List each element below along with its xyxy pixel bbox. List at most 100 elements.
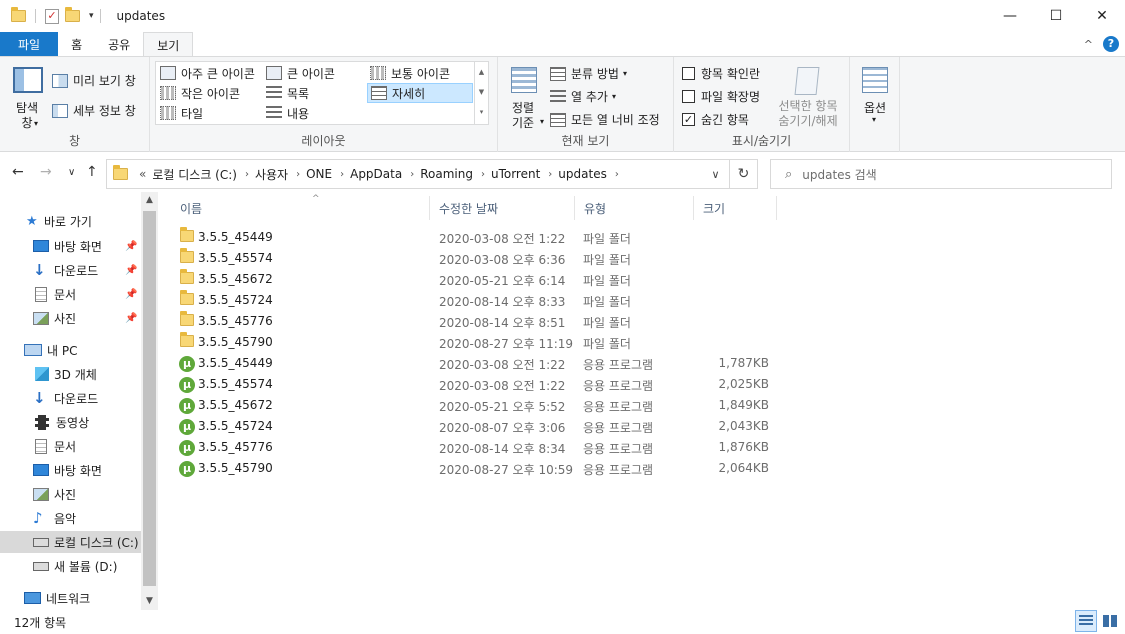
group-by-button[interactable]: 분류 방법 ▾ <box>550 65 627 82</box>
search-input[interactable]: updates 검색 <box>802 166 876 183</box>
expand-gallery-icon[interactable]: ▾ <box>475 102 488 122</box>
nav-item-downloads[interactable]: ↓ 다운로드 📌 <box>33 259 141 281</box>
nav-item-volume-d[interactable]: 새 볼륨 (D:) <box>33 555 117 577</box>
forward-arrow-icon[interactable]: → <box>40 164 52 180</box>
item-checkboxes-checkbox[interactable] <box>682 67 695 80</box>
table-row[interactable]: 3.5.5_45776 2020-08-14 오후 8:51 파일 폴더 <box>174 310 774 331</box>
scroll-up-icon[interactable]: ▲ <box>475 62 488 82</box>
breadcrumb-segment[interactable]: uTorrent <box>491 167 540 181</box>
layout-medium-icons[interactable]: 보통 아이콘 <box>370 64 450 82</box>
nav-network[interactable]: 네트워크 <box>24 587 90 609</box>
layout-content[interactable]: 내용 <box>266 104 309 122</box>
hide-selected-button[interactable]: 선택한 항목 숨기기/해제 <box>770 63 846 131</box>
breadcrumb-segment[interactable]: updates <box>558 167 607 181</box>
file-extensions-toggle[interactable]: 파일 확장명 <box>682 88 760 105</box>
breadcrumb-segment[interactable]: ONE <box>306 167 332 181</box>
breadcrumb-separator-icon[interactable]: › <box>245 169 249 180</box>
nav-item-local-disk-c[interactable]: 로컬 디스크 (C:) <box>0 531 141 553</box>
nav-item-videos[interactable]: 동영상 <box>33 411 89 433</box>
column-header-name[interactable]: ^ 이름 <box>172 194 430 220</box>
breadcrumb-segment[interactable]: 사용자 <box>255 166 288 183</box>
table-row[interactable]: 3.5.5_45574 2020-03-08 오후 6:36 파일 폴더 <box>174 247 774 268</box>
item-checkboxes-toggle[interactable]: 항목 확인란 <box>682 65 760 82</box>
layout-tiles[interactable]: 타일 <box>160 104 203 122</box>
pin-icon[interactable]: 📌 <box>125 265 137 276</box>
pin-icon[interactable]: 📌 <box>125 289 137 300</box>
tab-home[interactable]: 홈 <box>58 32 95 56</box>
breadcrumb-separator-icon[interactable]: › <box>296 169 300 180</box>
nav-item-3d-objects[interactable]: 3D 개체 <box>33 363 97 385</box>
pin-icon[interactable]: 📌 <box>125 313 137 324</box>
preview-pane-button[interactable]: 미리 보기 창 <box>52 72 136 89</box>
size-all-columns-button[interactable]: 모든 열 너비 조정 <box>550 111 660 128</box>
table-row[interactable]: µ 3.5.5_45790 2020-08-27 오후 10:59 응용 프로그램 2,… <box>174 457 774 478</box>
properties-icon[interactable]: ✓ <box>45 8 59 24</box>
navigation-pane-scrollbar[interactable]: ▲ ▼ <box>141 192 158 610</box>
scroll-up-icon[interactable]: ▲ <box>141 192 158 209</box>
column-header-size[interactable]: 크기 <box>695 196 777 220</box>
up-arrow-icon[interactable]: ↑ <box>86 164 98 180</box>
large-icons-view-button[interactable] <box>1099 610 1121 632</box>
scroll-down-icon[interactable]: ▼ <box>141 593 158 610</box>
address-overflow[interactable]: « <box>139 167 146 181</box>
nav-item-desktop-pc[interactable]: 바탕 화면 <box>33 459 102 481</box>
file-extensions-checkbox[interactable] <box>682 90 695 103</box>
layout-extra-large-icons[interactable]: 아주 큰 아이콘 <box>160 64 255 82</box>
breadcrumb-separator-icon[interactable]: › <box>481 169 485 180</box>
navigation-pane-button[interactable]: 탐색 창 ▾ <box>6 63 50 131</box>
column-header-date[interactable]: 수정한 날짜 <box>431 196 575 220</box>
nav-item-pictures-pc[interactable]: 사진 <box>33 483 76 505</box>
nav-item-desktop[interactable]: 바탕 화면 📌 <box>33 235 141 257</box>
pin-icon[interactable]: 📌 <box>125 241 137 252</box>
customize-toolbar-icon[interactable]: ▾ <box>89 11 94 21</box>
layout-small-icons[interactable]: 작은 아이콘 <box>160 84 240 102</box>
tab-view[interactable]: 보기 <box>143 32 194 57</box>
hidden-items-checkbox[interactable]: ✓ <box>682 113 695 126</box>
layout-gallery-scroll[interactable]: ▲ ▼ ▾ <box>474 62 488 124</box>
back-arrow-icon[interactable]: ← <box>12 164 24 180</box>
details-view-button[interactable] <box>1075 610 1097 632</box>
nav-item-documents-pc[interactable]: 문서 <box>33 435 76 457</box>
breadcrumb-separator-icon[interactable]: › <box>615 169 619 180</box>
close-button[interactable]: ✕ <box>1079 0 1125 32</box>
nav-item-downloads-pc[interactable]: ↓ 다운로드 <box>33 387 98 409</box>
column-header-type[interactable]: 유형 <box>576 196 694 220</box>
refresh-icon[interactable]: ↻ <box>729 160 757 188</box>
table-row[interactable]: µ 3.5.5_45672 2020-05-21 오후 5:52 응용 프로그램 1,8… <box>174 394 774 415</box>
address-history-icon[interactable]: ∨ <box>701 160 729 188</box>
details-pane-button[interactable]: 세부 정보 창 <box>52 102 136 119</box>
new-folder-icon[interactable] <box>65 7 80 22</box>
table-row[interactable]: 3.5.5_45724 2020-08-14 오후 8:33 파일 폴더 <box>174 289 774 310</box>
table-row[interactable]: µ 3.5.5_45724 2020-08-07 오후 3:06 응용 프로그램 2,0… <box>174 415 774 436</box>
hidden-items-toggle[interactable]: ✓ 숨긴 항목 <box>682 111 749 128</box>
address-bar[interactable]: « 로컬 디스크 (C:) › 사용자 › ONE › AppData › Roamin… <box>106 159 758 189</box>
nav-item-documents[interactable]: 문서 📌 <box>33 283 141 305</box>
breadcrumb-segment[interactable]: 로컬 디스크 (C:) <box>152 166 237 183</box>
add-columns-button[interactable]: 열 추가 ▾ <box>550 88 616 105</box>
table-row[interactable]: 3.5.5_45672 2020-05-21 오후 6:14 파일 폴더 <box>174 268 774 289</box>
breadcrumb-separator-icon[interactable]: › <box>548 169 552 180</box>
search-box[interactable]: ⌕ updates 검색 <box>770 159 1112 189</box>
tab-share[interactable]: 공유 <box>95 32 143 56</box>
maximize-button[interactable]: ☐ <box>1033 0 1079 32</box>
help-icon[interactable]: ? <box>1103 36 1119 52</box>
layout-list[interactable]: 목록 <box>266 84 309 102</box>
scroll-down-icon[interactable]: ▼ <box>475 82 488 102</box>
minimize-button[interactable]: — <box>987 0 1033 32</box>
nav-item-pictures[interactable]: 사진 📌 <box>33 307 141 329</box>
nav-quick-access[interactable]: ★ 바로 가기 <box>26 210 92 232</box>
nav-this-pc[interactable]: 내 PC <box>24 339 77 361</box>
scrollbar-thumb[interactable] <box>143 211 156 586</box>
nav-item-music[interactable]: ♪ 음악 <box>33 507 76 529</box>
table-row[interactable]: 3.5.5_45449 2020-03-08 오전 1:22 파일 폴더 <box>174 226 774 247</box>
recent-locations-icon[interactable]: ∨ <box>68 167 75 178</box>
tab-file[interactable]: 파일 <box>0 32 59 56</box>
table-row[interactable]: µ 3.5.5_45449 2020-03-08 오전 1:22 응용 프로그램 1,7… <box>174 352 774 373</box>
options-button[interactable]: 옵션 ▾ <box>854 63 896 131</box>
sort-by-button[interactable]: 정렬 기준 ▾ <box>504 63 544 131</box>
layout-details[interactable]: 자세히 <box>367 83 473 103</box>
breadcrumb-separator-icon[interactable]: › <box>340 169 344 180</box>
breadcrumb-separator-icon[interactable]: › <box>410 169 414 180</box>
breadcrumb-segment[interactable]: AppData <box>350 167 402 181</box>
table-row[interactable]: µ 3.5.5_45776 2020-08-14 오후 8:34 응용 프로그램 1,8… <box>174 436 774 457</box>
